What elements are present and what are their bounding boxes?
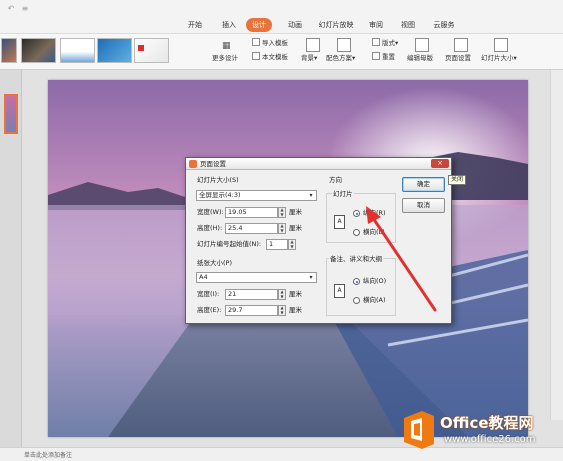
- office26-watermark: Office教程网 www.office26.com: [400, 408, 560, 452]
- watermark-brand: Office教程网: [440, 414, 534, 432]
- watermark-url: www.office26.com: [444, 434, 536, 445]
- office-logo-icon: [404, 411, 434, 449]
- annotation-arrow: [366, 206, 437, 312]
